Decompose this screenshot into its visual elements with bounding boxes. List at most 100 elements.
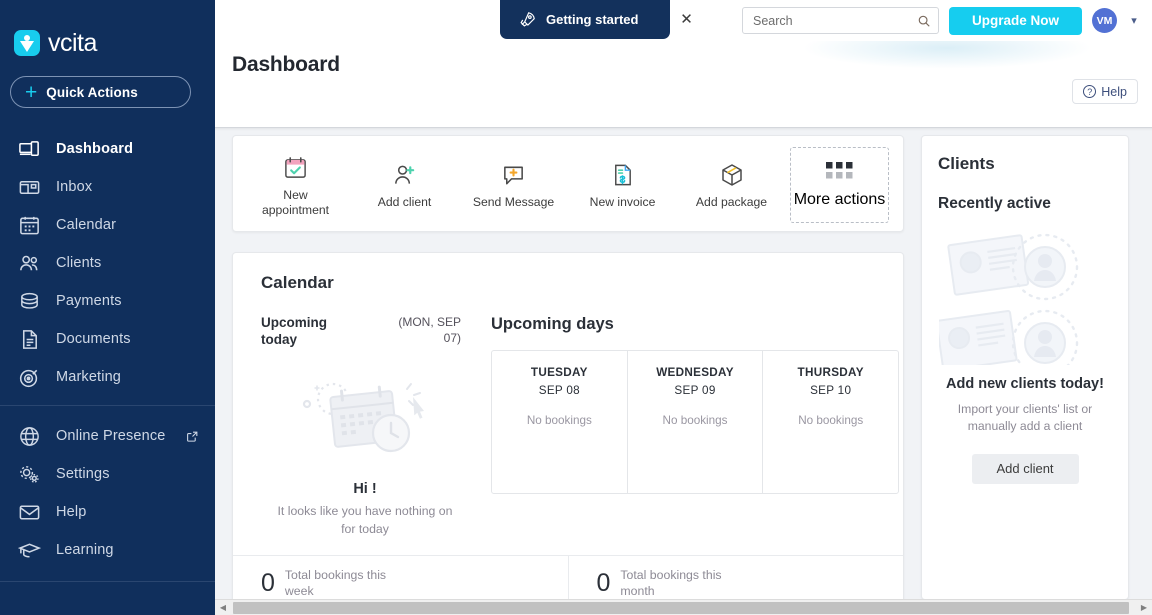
search-box[interactable] xyxy=(742,7,939,34)
package-box-icon xyxy=(719,161,745,189)
today-date: (MON, SEP 07) xyxy=(398,315,461,345)
rocket-icon xyxy=(520,12,535,27)
sidebar-item-label: Help xyxy=(56,504,87,520)
quick-action-new-appointment[interactable]: New appointment xyxy=(241,150,350,217)
stat-value: 0 xyxy=(261,569,275,597)
sidebar-divider xyxy=(0,581,215,582)
message-plus-icon xyxy=(501,161,526,189)
upgrade-now-button[interactable]: Upgrade Now xyxy=(949,6,1082,35)
plus-icon: + xyxy=(25,80,38,104)
scrollbar-track[interactable] xyxy=(231,599,1136,615)
quick-action-bar: New appointment Add client Send Message … xyxy=(232,135,904,232)
upcoming-days-panel: Upcoming days TUESDAY SEP 08 No bookings… xyxy=(469,315,903,538)
globe-icon xyxy=(20,426,39,446)
payments-icon xyxy=(21,292,38,309)
quick-action-new-invoice[interactable]: New invoice xyxy=(568,157,677,209)
quick-actions-label: Quick Actions xyxy=(46,84,138,100)
user-plus-icon xyxy=(392,161,417,189)
avatar[interactable]: VM xyxy=(1092,8,1117,33)
day-status: No bookings xyxy=(662,414,728,427)
calendar-check-icon xyxy=(283,154,308,182)
chevron-left-icon[interactable]: ◀ xyxy=(215,600,231,615)
sidebar-item-clients[interactable]: Clients xyxy=(0,244,215,282)
sidebar-item-help[interactable]: Help xyxy=(0,493,215,531)
calendar-widget: Calendar Upcoming today (MON, SEP 07) Hi… xyxy=(232,252,904,612)
calendar-clock-illustration xyxy=(302,382,424,452)
envelope-icon xyxy=(19,505,40,519)
sidebar-item-payments[interactable]: Payments xyxy=(0,282,215,320)
more-actions-button[interactable]: More actions xyxy=(790,147,889,223)
inbox-icon xyxy=(19,180,40,194)
quick-actions-button[interactable]: + Quick Actions xyxy=(10,76,191,108)
chevron-down-icon[interactable]: ▾ xyxy=(1127,14,1141,27)
scrollbar-thumb[interactable] xyxy=(233,601,1129,614)
search-input[interactable] xyxy=(753,13,917,28)
empty-state-subtitle: It looks like you have nothing on for to… xyxy=(277,503,453,536)
documents-icon xyxy=(22,329,37,349)
sidebar-item-inbox[interactable]: Inbox xyxy=(0,168,215,206)
quick-action-add-package[interactable]: Add package xyxy=(677,157,786,209)
page-title: Dashboard xyxy=(232,53,340,76)
question-circle-icon: ? xyxy=(1083,85,1097,98)
dashboard-icon xyxy=(19,140,39,156)
day-date: SEP 09 xyxy=(674,384,716,397)
clients-icon xyxy=(20,255,38,270)
grid-dots-icon xyxy=(826,161,853,184)
day-column[interactable]: TUESDAY SEP 08 No bookings xyxy=(492,351,627,493)
day-column[interactable]: WEDNESDAY SEP 09 No bookings xyxy=(626,351,763,493)
quick-action-add-client[interactable]: Add client xyxy=(350,157,459,209)
sidebar-item-label: Dashboard xyxy=(56,141,134,157)
sidebar-item-marketing[interactable]: Marketing xyxy=(0,358,215,396)
day-name: TUESDAY xyxy=(530,366,588,379)
getting-started-label: Getting started xyxy=(546,12,639,27)
marketing-target-icon xyxy=(19,369,38,387)
sidebar-group-primary: Dashboard Inbox Calendar Clients Payment… xyxy=(0,130,215,396)
sidebar-item-label: Calendar xyxy=(56,217,117,233)
upcoming-days-grid: TUESDAY SEP 08 No bookings WEDNESDAY SEP… xyxy=(491,350,899,494)
quick-action-label: New invoice xyxy=(589,195,656,210)
sidebar-item-label: Payments xyxy=(56,293,122,309)
search-icon[interactable] xyxy=(917,14,931,28)
sidebar-group-secondary: Online Presence Settings Help Learning xyxy=(0,405,215,569)
more-actions-label: More actions xyxy=(793,190,886,208)
sidebar: vcita + Quick Actions Dashboard Inbox Ca… xyxy=(0,0,215,615)
horizontal-scrollbar[interactable]: ◀ ▶ xyxy=(215,599,1152,615)
app-root: vcita + Quick Actions Dashboard Inbox Ca… xyxy=(0,0,1152,615)
sidebar-item-label: Clients xyxy=(56,255,102,271)
sidebar-item-learning[interactable]: Learning xyxy=(0,531,215,569)
chevron-right-icon[interactable]: ▶ xyxy=(1136,600,1152,615)
upcoming-days-title: Upcoming days xyxy=(491,315,614,333)
help-button-label: Help xyxy=(1101,84,1127,99)
quick-action-label: New appointment xyxy=(261,188,330,217)
sidebar-item-dashboard[interactable]: Dashboard xyxy=(0,130,215,168)
page-header: Dashboard ? Help xyxy=(215,27,1152,131)
sidebar-nav: Dashboard Inbox Calendar Clients Payment… xyxy=(0,130,215,582)
right-column: Clients Recently active Add new clients … xyxy=(921,135,1129,615)
clients-widget-subtitle: Recently active xyxy=(938,195,1051,212)
quick-action-label: Add client xyxy=(377,195,432,210)
day-status: No bookings xyxy=(798,414,864,427)
left-column: New appointment Add client Send Message … xyxy=(232,135,904,615)
calendar-icon xyxy=(20,216,39,234)
stat-label: Total bookings this week xyxy=(284,568,387,598)
quick-action-label: Add package xyxy=(695,195,768,210)
sidebar-item-calendar[interactable]: Calendar xyxy=(0,206,215,244)
invoice-dollar-icon xyxy=(610,161,635,189)
day-column[interactable]: THURSDAY SEP 10 No bookings xyxy=(762,351,898,493)
sidebar-item-settings[interactable]: Settings xyxy=(0,455,215,493)
upcoming-today-label: Upcoming today xyxy=(261,315,327,347)
quick-action-send-message[interactable]: Send Message xyxy=(459,157,568,209)
add-client-button[interactable]: Add client xyxy=(971,453,1079,484)
sidebar-item-online-presence[interactable]: Online Presence xyxy=(0,417,215,455)
brand-logo[interactable]: vcita xyxy=(0,0,215,62)
sidebar-item-label: Marketing xyxy=(56,369,122,385)
help-button[interactable]: ? Help xyxy=(1072,79,1138,104)
day-status: No bookings xyxy=(526,414,592,427)
getting-started-tab[interactable]: Getting started xyxy=(500,0,670,39)
sidebar-item-documents[interactable]: Documents xyxy=(0,320,215,358)
day-date: SEP 10 xyxy=(810,384,852,397)
clients-widget-title: Clients xyxy=(938,154,995,173)
close-icon[interactable]: ✕ xyxy=(678,11,695,28)
upcoming-today-panel: Upcoming today (MON, SEP 07) Hi ! It loo… xyxy=(261,315,469,538)
topbar: Getting started ✕ Upgrade Now VM ▾ xyxy=(215,0,1152,41)
